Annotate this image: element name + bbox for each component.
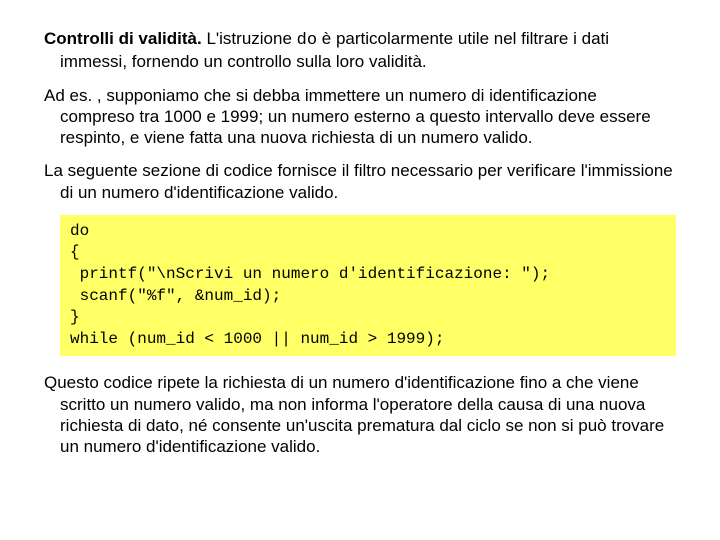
paragraph-example: Ad es. , supponiamo che si debba immette… bbox=[44, 85, 676, 149]
inline-code-do: do bbox=[297, 31, 317, 50]
intro-heading: Controlli di validità. bbox=[44, 29, 202, 48]
code-block: do { printf("\nScrivi un numero d'identi… bbox=[60, 215, 676, 357]
paragraph-intro: Controlli di validità. L'istruzione do è… bbox=[44, 28, 676, 73]
paragraph-lead-in: La seguente sezione di codice fornisce i… bbox=[44, 160, 676, 203]
slide-content: Controlli di validità. L'istruzione do è… bbox=[0, 0, 720, 489]
paragraph-summary: Questo codice ripete la richiesta di un … bbox=[44, 372, 676, 457]
intro-text-a: L'istruzione bbox=[202, 29, 297, 48]
